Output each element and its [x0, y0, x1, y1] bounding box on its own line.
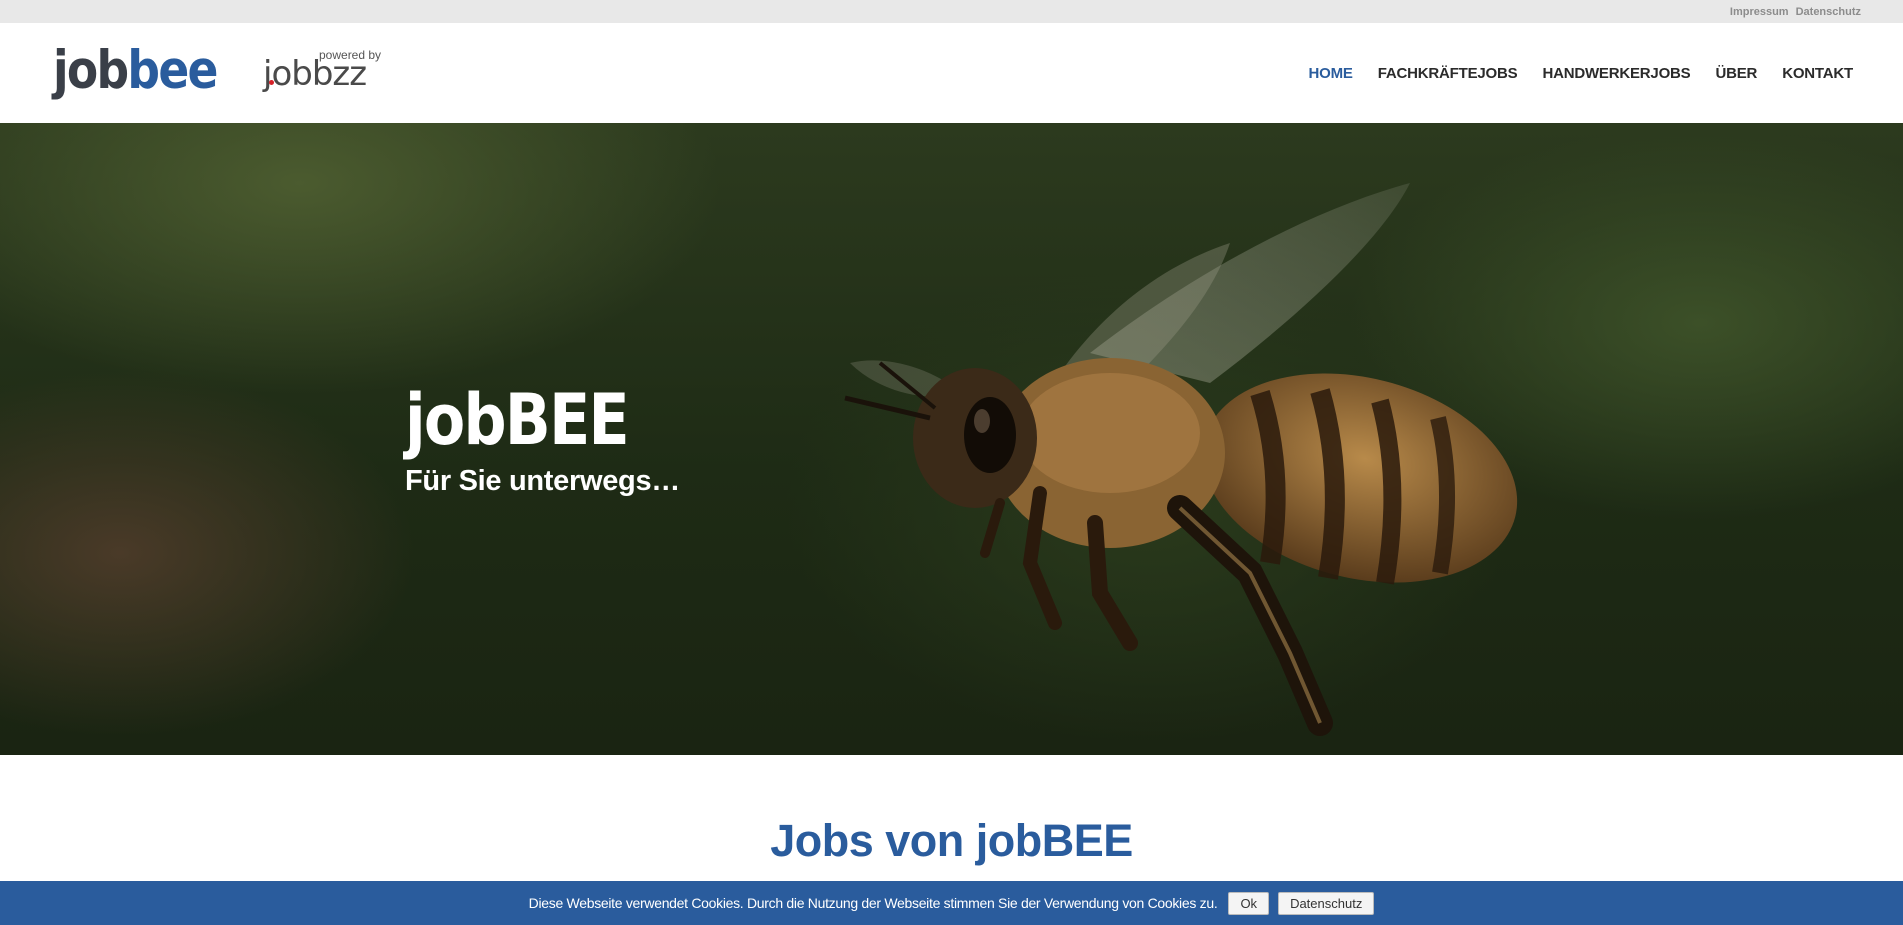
bee-image	[844, 183, 1518, 736]
nav-kontakt[interactable]: KONTAKT	[1782, 65, 1853, 82]
jobbzz-red-dot	[269, 80, 274, 85]
nav-handwerkerjobs[interactable]: HANDWERKERJOBS	[1542, 65, 1690, 82]
hero-title: jobBEE	[405, 379, 630, 461]
datenschutz-link[interactable]: Datenschutz	[1796, 6, 1861, 18]
top-bar: Impressum Datenschutz	[0, 0, 1903, 23]
nav-home[interactable]: HOME	[1309, 65, 1353, 82]
jobbee-logo[interactable]: jobbee	[53, 35, 218, 107]
topbar-links: Impressum Datenschutz	[1730, 6, 1861, 18]
main-navigation: HOME FACHKRÄFTEJOBS HANDWERKERJOBS ÜBER …	[1309, 65, 1854, 82]
cookie-ok-button[interactable]: Ok	[1228, 891, 1270, 915]
hero-banner: jobBEE Für Sie unterwegs…	[0, 123, 1903, 755]
cookie-privacy-button[interactable]: Datenschutz	[1278, 891, 1375, 915]
logo-part-bee: bee	[127, 40, 218, 101]
nav-ueber[interactable]: ÜBER	[1715, 65, 1757, 82]
site-header: jobbee powered by jobbzz HOME FACHKRÄFTE…	[0, 23, 1903, 123]
impressum-link[interactable]: Impressum	[1730, 6, 1789, 18]
nav-fachkraeftejobs[interactable]: FACHKRÄFTEJOBS	[1378, 65, 1518, 82]
hero-subtitle: Für Sie unterwegs…	[405, 465, 680, 497]
cookie-text: Diese Webseite verwendet Cookies. Durch …	[528, 895, 1218, 911]
jobbzz-logo[interactable]: powered by jobbzz	[263, 48, 383, 108]
jobbzz-brand: jobbzz	[263, 54, 367, 94]
cookie-banner: Diese Webseite verwendet Cookies. Durch …	[0, 881, 1903, 925]
section-title: Jobs von jobBEE	[770, 815, 1133, 866]
logo-part-job: job	[53, 40, 129, 101]
